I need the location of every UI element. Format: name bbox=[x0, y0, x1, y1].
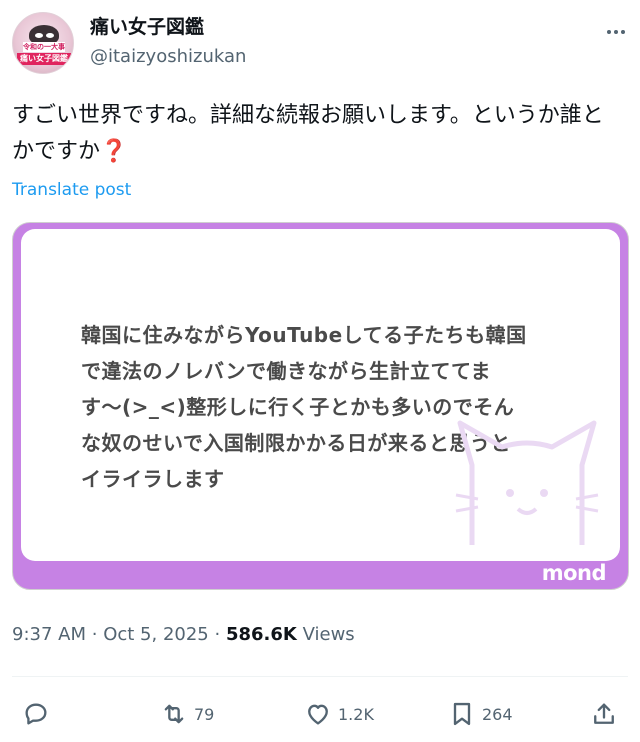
avatar-eye bbox=[46, 33, 54, 38]
author-handle[interactable]: @itaizyoshizukan bbox=[90, 44, 246, 70]
post-text: すごい世界ですね。詳細な続報お願いします。というか誰とかですか❓ bbox=[12, 98, 624, 170]
card-line: で違法のノレバンで働きながら生計立ててま bbox=[81, 359, 491, 383]
reply-icon bbox=[25, 703, 47, 725]
avatar-caption-bottom: 痛い女子図鑑 bbox=[17, 53, 71, 65]
more-options-button[interactable] bbox=[604, 20, 628, 44]
image-card[interactable]: 韓国に住みながらYouTubeしてる子たちも韓国 で違法のノレバンで働きながら生… bbox=[12, 222, 629, 590]
mond-logo: mond bbox=[541, 561, 607, 585]
more-dot-icon bbox=[621, 30, 625, 34]
post-meta: 9:37 AM · Oct 5, 2025 · 586.6K Views bbox=[12, 622, 355, 648]
like-button[interactable]: 1.2K bbox=[304, 694, 374, 734]
avatar[interactable]: 令和の一大事 痛い女子図鑑 bbox=[12, 12, 74, 74]
share-icon bbox=[594, 703, 614, 724]
bookmark-count: 264 bbox=[482, 704, 513, 724]
bookmark-button[interactable]: 264 bbox=[448, 694, 513, 734]
divider bbox=[12, 676, 628, 677]
share-button[interactable] bbox=[590, 694, 618, 734]
translate-post-link[interactable]: Translate post bbox=[12, 178, 131, 202]
post-time[interactable]: 9:37 AM bbox=[12, 624, 86, 645]
cat-watermark-icon bbox=[455, 420, 599, 545]
repost-icon bbox=[164, 704, 184, 724]
repost-count: 79 bbox=[194, 704, 215, 724]
meta-separator: · bbox=[214, 624, 221, 645]
author-names: 痛い女子図鑑 @itaizyoshizukan bbox=[90, 14, 246, 70]
avatar-caption-top: 令和の一大事 bbox=[23, 42, 65, 52]
meta-separator: · bbox=[91, 624, 98, 645]
avatar-eye bbox=[35, 33, 43, 38]
author-display-name[interactable]: 痛い女子図鑑 bbox=[90, 14, 246, 40]
question-emoji: ❓ bbox=[100, 139, 128, 164]
post-header: 令和の一大事 痛い女子図鑑 痛い女子図鑑 @itaizyoshizukan bbox=[12, 12, 628, 78]
more-dot-icon bbox=[614, 30, 618, 34]
heart-icon bbox=[308, 704, 328, 725]
reply-button[interactable] bbox=[22, 694, 50, 734]
action-bar: 79 1.2K 264 bbox=[0, 694, 640, 734]
post-date[interactable]: Oct 5, 2025 bbox=[103, 624, 209, 645]
views-label: Views bbox=[302, 624, 355, 645]
repost-button[interactable]: 79 bbox=[160, 694, 214, 734]
bookmark-icon bbox=[453, 702, 471, 726]
more-dot-icon bbox=[607, 30, 611, 34]
views-count: 586.6K bbox=[225, 624, 297, 645]
image-card-body: 韓国に住みながらYouTubeしてる子たちも韓国 で違法のノレバンで働きながら生… bbox=[21, 229, 620, 561]
card-line: 韓国に住みながらYouTubeしてる子たちも韓国 bbox=[81, 323, 527, 347]
like-count: 1.2K bbox=[338, 704, 374, 724]
